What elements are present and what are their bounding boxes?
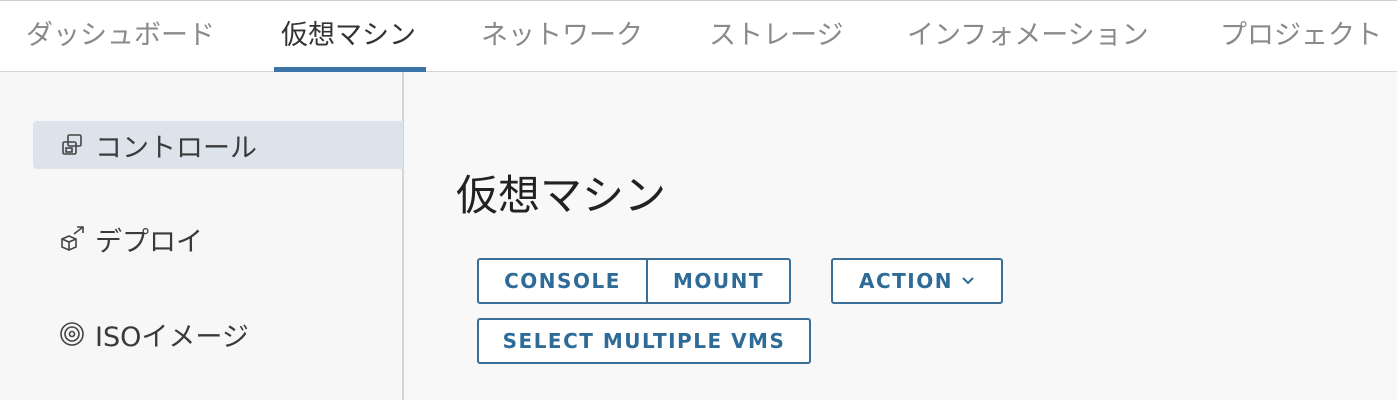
top-navigation: ダッシュボード 仮想マシン ネットワーク ストレージ インフォメーション プロジ… xyxy=(0,0,1397,72)
disc-icon xyxy=(57,319,87,349)
mount-button[interactable]: MOUNT xyxy=(646,258,791,304)
sidebar-item-deploy[interactable]: デプロイ xyxy=(33,215,403,263)
action-button[interactable]: ACTION xyxy=(831,258,1003,304)
tab-dashboard[interactable]: ダッシュボード xyxy=(26,1,215,73)
tab-information[interactable]: インフォメーション xyxy=(907,1,1149,73)
select-multiple-vms-button[interactable]: SELECT MULTIPLE VMS xyxy=(477,318,811,364)
deploy-icon xyxy=(57,224,87,254)
sidebar-item-label: デプロイ xyxy=(95,226,203,258)
tab-network[interactable]: ネットワーク xyxy=(481,1,643,73)
sidebar-item-label: ISOイメージ xyxy=(95,321,249,353)
sidebar-item-control[interactable]: コントロール xyxy=(33,121,403,169)
vm-control-icon xyxy=(57,130,87,160)
tab-storage[interactable]: ストレージ xyxy=(709,1,843,73)
main-content: 仮想マシン CONSOLE MOUNT ACTION SELECT MULTIP… xyxy=(404,72,1397,400)
sidebar: コントロール デプロイ ISOイメージ xyxy=(0,72,404,400)
action-button-label: ACTION xyxy=(859,269,953,293)
sidebar-item-label: コントロール xyxy=(95,132,257,164)
console-button[interactable]: CONSOLE xyxy=(477,258,648,304)
tab-virtual-machines[interactable]: 仮想マシン xyxy=(281,1,416,73)
page-title: 仮想マシン xyxy=(456,171,667,220)
sidebar-item-iso-images[interactable]: ISOイメージ xyxy=(33,310,403,358)
tab-project[interactable]: プロジェクト xyxy=(1220,1,1382,73)
chevron-down-icon xyxy=(962,277,974,285)
